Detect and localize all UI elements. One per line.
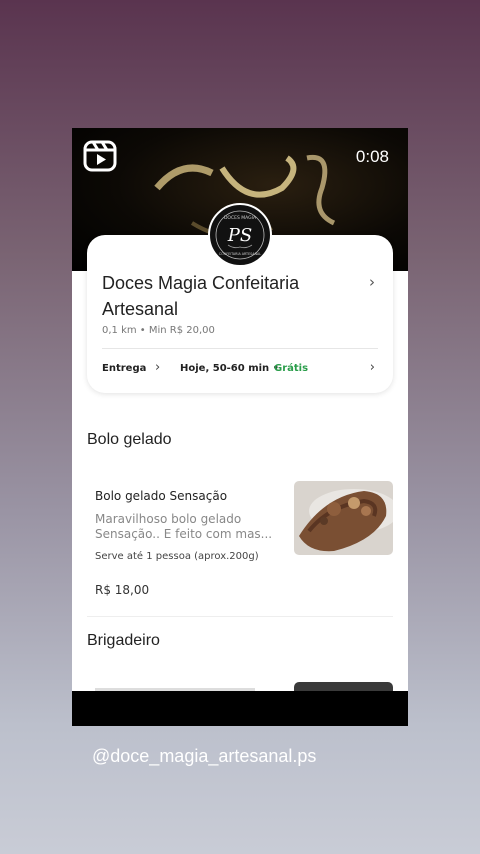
store-logo: PS DOCES MAGIA CONFEITARIA ARTESANAL — [208, 203, 272, 267]
chevron-right-icon[interactable]: › — [369, 273, 375, 291]
instagram-reels-icon — [83, 140, 117, 172]
logo-monogram: PS — [227, 225, 252, 246]
store-meta: 0,1 km • Min R$ 20,00 — [102, 325, 215, 336]
chevron-right-icon[interactable]: › — [155, 360, 160, 375]
video-timer: 0:08 — [355, 147, 389, 166]
item-image[interactable] — [294, 682, 393, 691]
item-name[interactable]: Bolo gelado Sensação — [95, 489, 227, 503]
delivery-time: Hoje, 50-60 min • — [180, 363, 280, 374]
logo-ring-bottom: CONFEITARIA ARTESANAL — [219, 252, 261, 256]
store-name: Doces Magia Confeitaria Artesanal — [102, 273, 300, 319]
item-description: Maravilhoso bolo gelado Sensação.. E fei… — [95, 512, 273, 541]
item-image[interactable] — [294, 481, 393, 555]
logo-ring-top: DOCES MAGIA — [224, 215, 257, 221]
divider — [87, 616, 393, 617]
reel-video-frame[interactable]: 0:08 Doces Magia Confeitaria Artesanal ›… — [72, 128, 408, 726]
delivery-row[interactable]: Entrega › Hoje, 50-60 min • Grátis › — [102, 360, 378, 381]
account-handle[interactable]: @doce_magia_artesanal.ps — [92, 746, 316, 767]
chevron-right-icon[interactable]: › — [370, 360, 375, 375]
delivery-label: Entrega — [102, 363, 147, 374]
video-bottom-bar — [72, 691, 408, 726]
section-title-bolo-gelado: Bolo gelado — [87, 431, 172, 448]
divider — [102, 348, 378, 349]
section-title-brigadeiro: Brigadeiro — [87, 632, 160, 649]
item-price: R$ 18,00 — [95, 583, 150, 597]
item-serves: Serve até 1 pessoa (aprox.200g) — [95, 551, 259, 562]
delivery-fee: Grátis — [274, 363, 309, 374]
